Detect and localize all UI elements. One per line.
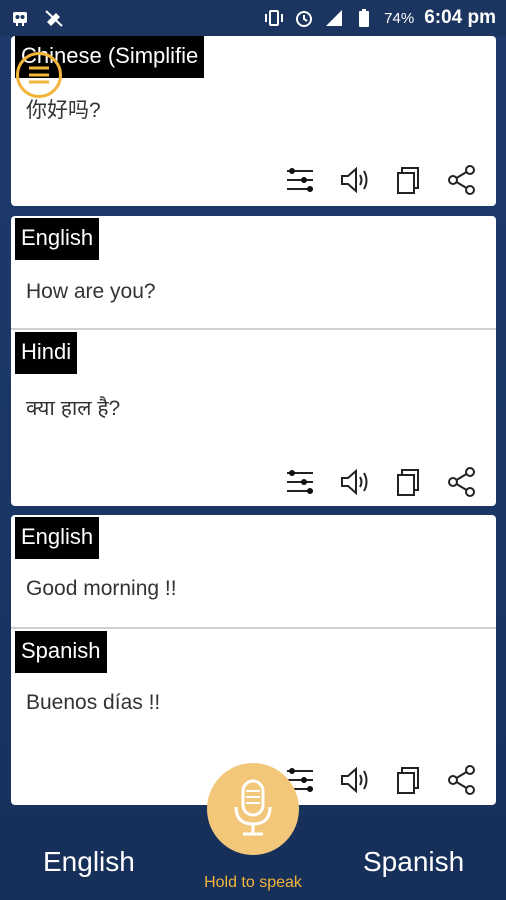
- signal-icon: [326, 10, 343, 26]
- target-language-label: Spanish: [15, 631, 107, 673]
- battery-icon: [359, 9, 370, 27]
- speaker-icon[interactable]: [338, 764, 370, 796]
- vibrate-icon: [265, 10, 284, 26]
- card-actions: [284, 764, 478, 796]
- battery-percent: 74%: [384, 9, 415, 27]
- target-phrase: Buenos días !!: [26, 691, 161, 714]
- share-icon[interactable]: [446, 466, 478, 498]
- target-phrase: क्या हाल है?: [26, 397, 121, 420]
- translation-card: English Good morning !! Spanish Buenos d…: [11, 515, 496, 805]
- app-notification-icon: [13, 12, 27, 26]
- source-language-label: English: [15, 218, 100, 260]
- status-left: [10, 8, 64, 28]
- speaker-icon[interactable]: [338, 466, 370, 498]
- card-actions: [284, 466, 478, 498]
- share-icon[interactable]: [446, 764, 478, 796]
- source-phrase: Good morning !!: [26, 577, 177, 600]
- translation-card: English How are you? Hindi क्या हाल है?: [11, 216, 496, 506]
- microphone-button[interactable]: [207, 763, 299, 855]
- translation-card: Chinese (Simplifie 你好吗?: [11, 36, 496, 206]
- equalizer-icon[interactable]: [284, 466, 316, 498]
- menu-button[interactable]: [16, 52, 62, 98]
- hold-to-speak-label: Hold to speak: [204, 874, 302, 891]
- divider: [11, 328, 496, 330]
- source-language-label: English: [15, 517, 100, 559]
- status-right: 74% 6:04 pm: [264, 7, 496, 29]
- source-phrase: How are you?: [26, 280, 156, 303]
- hamburger-icon: [29, 66, 49, 84]
- copy-icon[interactable]: [392, 164, 424, 196]
- status-bar: 74% 6:04 pm: [0, 0, 506, 36]
- copy-icon[interactable]: [392, 466, 424, 498]
- card-actions: [284, 164, 478, 196]
- clock: 6:04 pm: [424, 7, 496, 28]
- divider: [11, 627, 496, 629]
- copy-icon[interactable]: [392, 764, 424, 796]
- equalizer-icon[interactable]: [284, 164, 316, 196]
- alarm-icon: [296, 11, 313, 27]
- microphone-icon: [234, 779, 272, 836]
- target-language-label: Hindi: [15, 332, 78, 374]
- share-icon[interactable]: [446, 164, 478, 196]
- source-phrase: 你好吗?: [26, 99, 101, 122]
- mute-notification-icon: [45, 10, 63, 27]
- speaker-icon[interactable]: [338, 164, 370, 196]
